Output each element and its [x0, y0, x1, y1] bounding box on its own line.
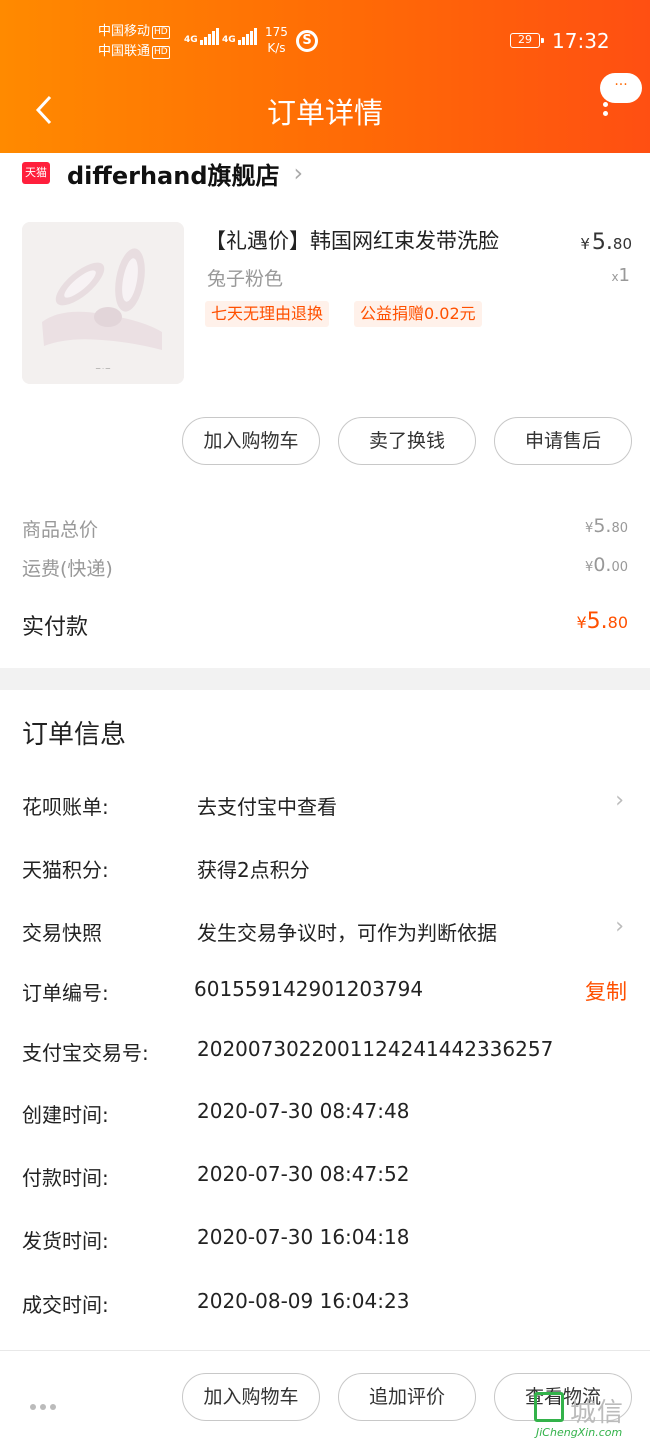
carrier-mobile: 中国移动	[98, 24, 151, 39]
tmall-points-label: 天猫积分:	[22, 858, 109, 882]
snapshot-label: 交易快照	[22, 921, 102, 945]
watermark-logo-icon	[534, 1392, 564, 1422]
more-bubble-icon[interactable]: ···	[600, 73, 642, 103]
order-number-value: 601559142901203794	[194, 977, 424, 1001]
deal-time-value: 2020-08-09 16:04:23	[197, 1289, 410, 1313]
hd-badge: HD	[152, 26, 170, 39]
battery-icon: 29	[510, 33, 544, 48]
site-watermark: 城信 JiChengXin.com	[534, 1388, 646, 1440]
store-link[interactable]: 天猫 differhand旗舰店 ›	[22, 155, 303, 191]
carrier-info: 中国移动 HD 中国联通 HD	[98, 22, 170, 62]
huabei-label: 花呗账单:	[22, 795, 109, 819]
shipping-value: ¥0.00	[585, 554, 628, 576]
store-name: differhand旗舰店	[67, 161, 280, 190]
tmall-points-value: 获得2点积分	[197, 858, 310, 882]
alipay-trade-label: 支付宝交易号:	[22, 1041, 149, 1065]
speed-app-icon: S	[296, 30, 318, 52]
alipay-trade-value: 2020073022001124241442336257	[197, 1037, 554, 1061]
chevron-right-icon: ›	[293, 159, 304, 187]
signal-icon: 4G	[184, 28, 220, 45]
more-menu-icon[interactable]	[603, 102, 609, 120]
product-variant: 兔子粉色	[207, 268, 284, 290]
product-price: ¥5.80	[580, 230, 632, 255]
goods-total-label: 商品总价	[22, 519, 99, 541]
order-number-label: 订单编号:	[22, 981, 109, 1005]
add-to-cart-button[interactable]: 加入购物车	[182, 417, 320, 465]
watermark-url: JiChengXin.com	[536, 1426, 623, 1439]
add-review-button[interactable]: 追加评价	[338, 1373, 476, 1421]
watermark-text: 城信	[570, 1398, 625, 1428]
paid-value: ¥5.80	[576, 609, 628, 634]
chevron-right-icon[interactable]: ›	[615, 788, 624, 813]
more-dots-icon[interactable]	[30, 1395, 60, 1414]
hd-badge: HD	[152, 46, 170, 59]
created-time-value: 2020-07-30 08:47:48	[197, 1099, 410, 1123]
shipped-time-value: 2020-07-30 16:04:18	[197, 1225, 410, 1249]
bunny-ear-headband-image[interactable]: — · —	[22, 222, 184, 384]
deal-time-label: 成交时间:	[22, 1293, 109, 1317]
charity-tag: 公益捐赠0.02元	[354, 301, 482, 327]
resell-button[interactable]: 卖了换钱	[338, 417, 476, 465]
chevron-right-icon[interactable]: ›	[615, 914, 624, 939]
paid-time-label: 付款时间:	[22, 1166, 109, 1190]
app-header: 中国移动 HD 中国联通 HD 4G 4G 175 K/s S 29 17:32 订…	[0, 0, 650, 153]
signal-icon: 4G	[222, 28, 258, 45]
paid-label: 实付款	[22, 615, 89, 640]
product-quantity: x1	[611, 265, 630, 286]
shipped-time-label: 发货时间:	[22, 1229, 109, 1253]
return-policy-tag: 七天无理由退换	[205, 301, 330, 327]
add-to-cart-button[interactable]: 加入购物车	[182, 1373, 320, 1421]
goods-total-value: ¥5.80	[585, 515, 628, 537]
copy-button[interactable]: 复制	[585, 976, 627, 1006]
order-info-title: 订单信息	[22, 720, 127, 750]
tmall-badge: 天猫	[22, 162, 50, 184]
page-title: 订单详情	[266, 96, 383, 130]
section-divider	[0, 668, 650, 690]
carrier-unicom: 中国联通	[98, 44, 151, 59]
huabei-value[interactable]: 去支付宝中查看	[197, 791, 337, 820]
network-speed: 175 K/s	[265, 25, 288, 55]
status-time: 17:32	[552, 29, 610, 53]
svg-text:— · —: — · —	[96, 366, 111, 372]
after-sales-button[interactable]: 申请售后	[494, 417, 632, 465]
shipping-label: 运费(快递)	[22, 558, 113, 580]
created-time-label: 创建时间:	[22, 1103, 109, 1127]
product-title[interactable]: 【礼遇价】韩国网红束发带洗脸	[205, 225, 499, 255]
snapshot-value[interactable]: 发生交易争议时，可作为判断依据	[197, 917, 497, 946]
paid-time-value: 2020-07-30 08:47:52	[197, 1162, 410, 1186]
